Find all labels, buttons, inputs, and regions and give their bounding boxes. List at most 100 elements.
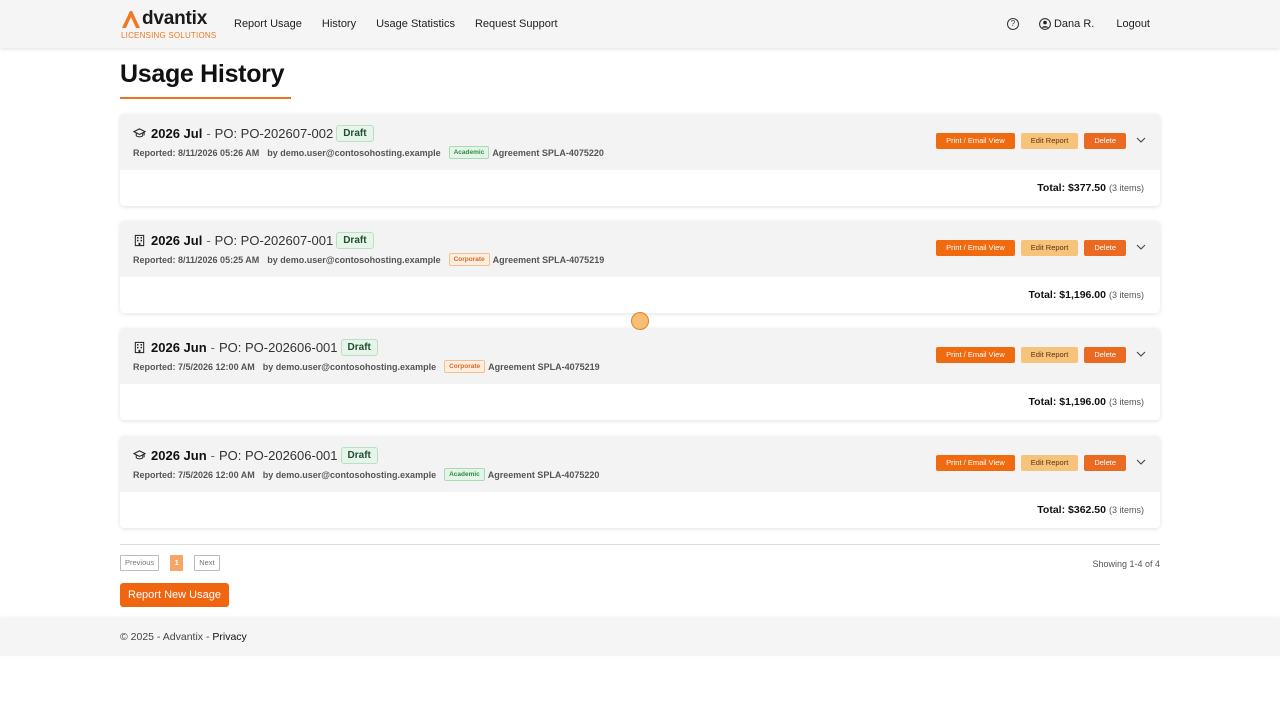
purchase-order: PO: PO-202606-001 <box>219 340 338 355</box>
footer-text: © 2025 - Advantix - Privacy <box>120 631 247 643</box>
status-badge: Draft <box>340 339 378 356</box>
delete-button[interactable]: Delete <box>1084 133 1126 149</box>
report-footer: Total: $362.50 (3 items) <box>120 492 1160 528</box>
edit-report-button[interactable]: Edit Report <box>1020 455 1079 471</box>
agreement-type-badge: Corporate <box>444 360 486 373</box>
report-card: 2026 Jul - PO: PO-202607-002 Draft Reported:… <box>120 114 1160 206</box>
report-card: 2026 Jul - PO: PO-202607-001 Draft Reported:… <box>120 221 1160 313</box>
building-icon <box>133 341 146 354</box>
user-circle-icon <box>1039 18 1051 30</box>
total-label: Total: <box>1037 182 1066 194</box>
print-email-button[interactable]: Print / Email View <box>936 347 1015 363</box>
report-footer: Total: $1,196.00 (3 items) <box>120 384 1160 420</box>
results-count: Showing 1-4 of 4 <box>1092 559 1160 569</box>
chevron-down-icon[interactable] <box>1136 351 1146 357</box>
report-header[interactable]: 2026 Jun - PO: PO-202606-001 Draft Reported:… <box>120 436 1160 492</box>
report-actions: Print / Email View Edit Report Delete <box>930 240 1126 256</box>
report-title: 2026 Jul - PO: PO-202607-001 Draft <box>133 232 374 249</box>
agreement-number: Agreement SPLA-4075220 <box>492 147 604 158</box>
report-actions: Print / Email View Edit Report Delete <box>930 455 1126 471</box>
item-count: (3 items) <box>1108 505 1144 515</box>
divider <box>120 544 1160 545</box>
edit-report-button[interactable]: Edit Report <box>1020 347 1079 363</box>
title-separator: - <box>210 340 215 355</box>
report-new-usage-button[interactable]: Report New Usage <box>120 583 229 607</box>
report-title: 2026 Jul - PO: PO-202607-002 Draft <box>132 125 374 142</box>
report-meta: Reported: 7/5/2026 12:00 AM by demo.user@… <box>133 468 599 481</box>
footer: © 2025 - Advantix - Privacy <box>0 618 1280 656</box>
brand-logo[interactable]: dvantix LICENSING SOLUTIONS <box>121 9 216 41</box>
status-badge: Draft <box>336 232 374 249</box>
report-total: Total: $1,196.00 (3 items) <box>1029 289 1144 301</box>
page-title: Usage History <box>120 60 285 88</box>
purchase-order: PO: PO-202607-001 <box>214 233 334 248</box>
delete-button[interactable]: Delete <box>1084 455 1126 471</box>
total-label: Total: <box>1037 504 1066 516</box>
report-header[interactable]: 2026 Jun - PO: PO-202606-001 Draft Reported:… <box>120 328 1160 384</box>
item-count: (3 items) <box>1108 183 1144 193</box>
agreement-type-badge: Academic <box>448 146 490 159</box>
logout-link[interactable]: Logout <box>1116 18 1150 30</box>
report-period: 2026 Jun <box>151 448 207 463</box>
nav-report-usage[interactable]: Report Usage <box>224 18 312 30</box>
total-label: Total: <box>1028 289 1057 301</box>
by-label: by <box>262 469 274 480</box>
report-header[interactable]: 2026 Jul - PO: PO-202607-002 Draft Reported:… <box>120 114 1160 170</box>
report-actions: Print / Email View Edit Report Delete <box>930 133 1126 149</box>
user-name: Dana R. <box>1053 18 1095 30</box>
item-count: (3 items) <box>1108 397 1144 407</box>
nav-usage-statistics[interactable]: Usage Statistics <box>366 18 465 30</box>
previous-page-button[interactable]: Previous <box>120 555 160 571</box>
delete-button[interactable]: Delete <box>1084 240 1126 256</box>
user-menu[interactable]: Dana R. <box>1039 18 1094 30</box>
main-nav: Report Usage History Usage Statistics Re… <box>224 0 568 48</box>
help-icon[interactable]: ? <box>1006 18 1019 30</box>
print-email-button[interactable]: Print / Email View <box>936 455 1015 471</box>
report-meta: Reported: 8/11/2026 05:25 AM by demo.user… <box>133 253 604 266</box>
reported-by-user: demo.user@contosohosting.example <box>275 469 437 480</box>
report-period: 2026 Jul <box>151 233 203 248</box>
agreement-number: Agreement SPLA-4075219 <box>492 254 605 265</box>
top-navbar: dvantix LICENSING SOLUTIONS Report Usage… <box>0 0 1280 48</box>
report-card: 2026 Jun - PO: PO-202606-001 Draft Reported:… <box>120 436 1160 528</box>
purchase-order: PO: PO-202606-001 <box>219 448 338 463</box>
privacy-link[interactable]: Privacy <box>212 631 246 643</box>
edit-report-button[interactable]: Edit Report <box>1020 240 1079 256</box>
agreement-type-badge: Academic <box>444 468 485 481</box>
purchase-order: PO: PO-202607-002 <box>214 126 334 141</box>
agreement-number: Agreement SPLA-4075219 <box>488 361 600 372</box>
report-title: 2026 Jun - PO: PO-202606-001 Draft <box>132 447 378 464</box>
chevron-down-icon[interactable] <box>1136 459 1146 465</box>
chevron-down-icon[interactable] <box>1136 137 1146 143</box>
status-badge: Draft <box>340 447 378 464</box>
current-page-button[interactable]: 1 <box>170 555 184 571</box>
delete-button[interactable]: Delete <box>1084 347 1126 363</box>
title-underline <box>120 97 291 99</box>
total-amount: $362.50 <box>1068 504 1106 516</box>
brand-name: dvantix <box>142 8 208 29</box>
cursor-indicator <box>631 312 649 330</box>
total-label: Total: <box>1028 396 1057 408</box>
reported-by-user: demo.user@contosohosting.example <box>280 147 441 158</box>
agreement-number: Agreement SPLA-4075220 <box>487 469 600 480</box>
reported-date: 8/11/2026 05:25 AM <box>178 254 260 265</box>
nav-request-support[interactable]: Request Support <box>465 18 568 30</box>
title-separator: - <box>206 126 211 141</box>
item-count: (3 items) <box>1108 290 1144 300</box>
report-total: Total: $1,196.00 (3 items) <box>1029 396 1144 408</box>
print-email-button[interactable]: Print / Email View <box>936 133 1015 149</box>
report-header[interactable]: 2026 Jul - PO: PO-202607-001 Draft Reported:… <box>120 221 1160 277</box>
print-email-button[interactable]: Print / Email View <box>936 240 1015 256</box>
by-label: by <box>267 254 278 265</box>
nav-history[interactable]: History <box>312 18 366 30</box>
reported-label: Reported: <box>133 361 176 372</box>
report-total: Total: $377.50 (3 items) <box>1037 182 1144 194</box>
next-page-button[interactable]: Next <box>194 555 220 571</box>
graduation-cap-icon <box>132 449 147 462</box>
edit-report-button[interactable]: Edit Report <box>1020 133 1079 149</box>
chevron-down-icon[interactable] <box>1136 244 1146 250</box>
reported-date: 7/5/2026 12:00 AM <box>178 361 255 372</box>
report-title: 2026 Jun - PO: PO-202606-001 Draft <box>133 339 378 356</box>
reported-label: Reported: <box>133 254 176 265</box>
graduation-cap-icon <box>132 127 147 140</box>
